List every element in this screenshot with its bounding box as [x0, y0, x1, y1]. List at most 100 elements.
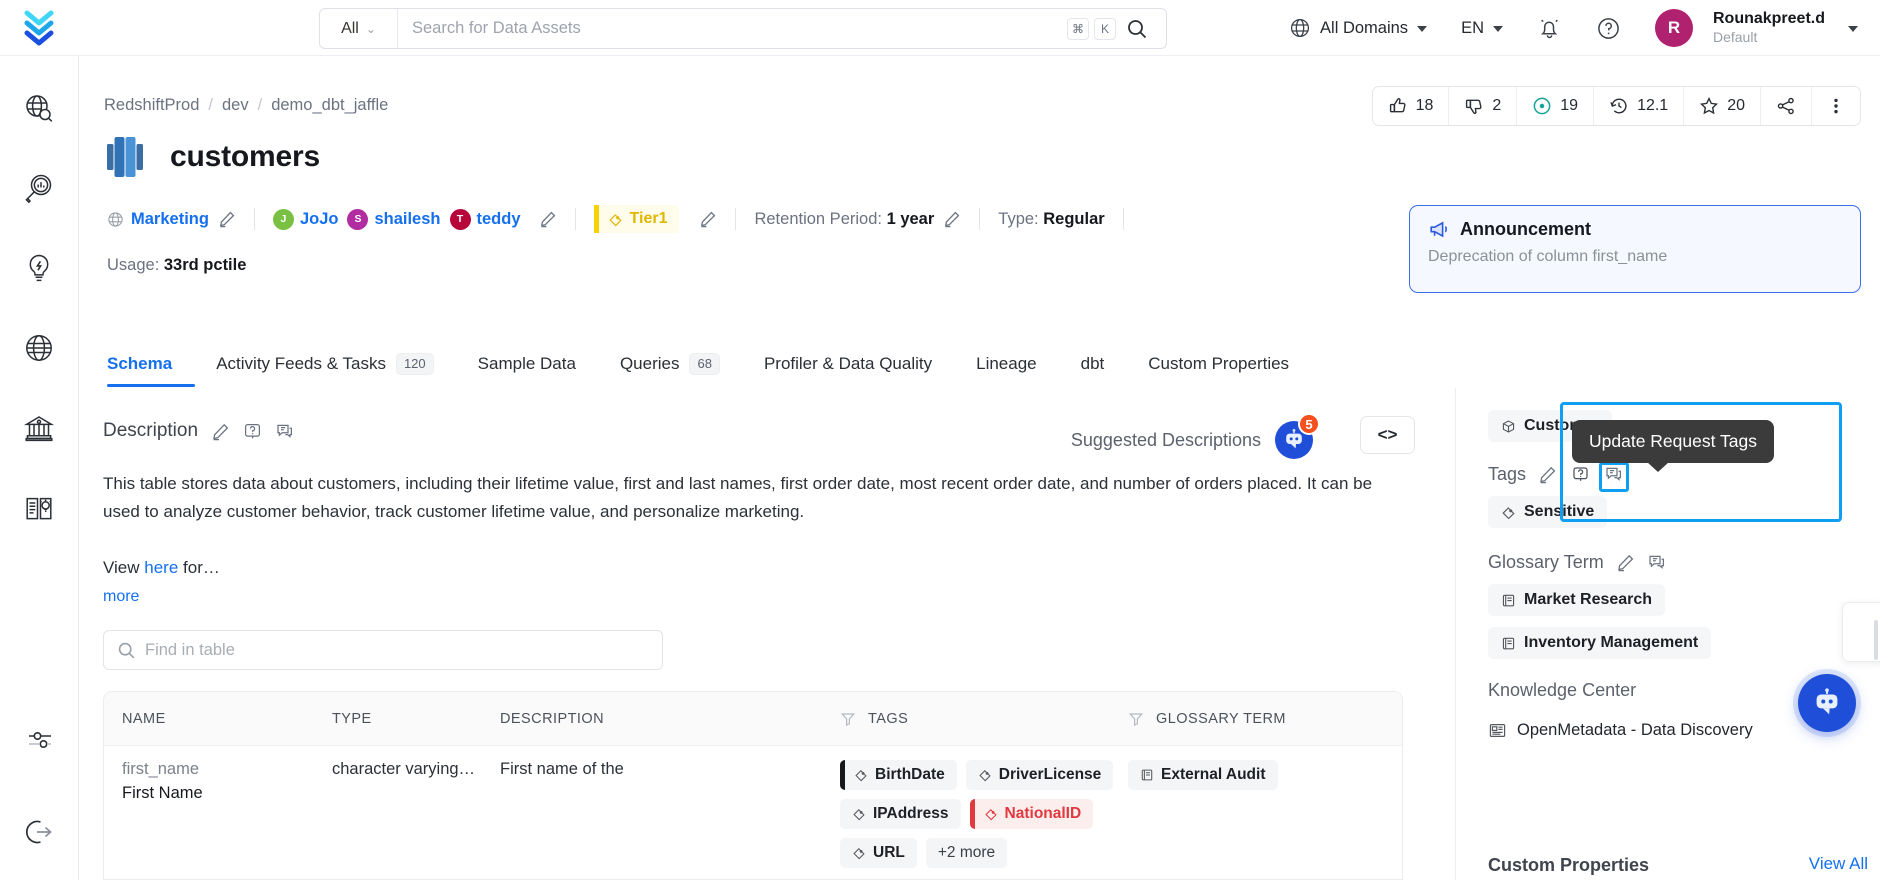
search-input[interactable]: [398, 9, 1067, 48]
comment-description-button[interactable]: [275, 422, 294, 441]
tag-chip[interactable]: URL: [840, 838, 917, 868]
tab-profiler-data-quality[interactable]: Profiler & Data Quality: [742, 342, 954, 386]
owner-item[interactable]: T teddy: [449, 208, 521, 230]
suggested-descriptions[interactable]: Suggested Descriptions 5: [1071, 413, 1320, 459]
glossary-chip[interactable]: External Audit: [1128, 760, 1278, 790]
tag-chip[interactable]: NationalID: [969, 799, 1094, 829]
tab-dbt[interactable]: dbt: [1059, 342, 1127, 386]
view-here-link[interactable]: here: [144, 558, 178, 577]
tag-chip[interactable]: IPAddress: [840, 799, 961, 829]
glossary-chip[interactable]: Market Research: [1488, 584, 1666, 616]
domain-selector[interactable]: All Domains: [1272, 17, 1444, 39]
edit-owners-button[interactable]: [539, 210, 557, 228]
breadcrumb-item-1[interactable]: dev: [222, 96, 249, 115]
breadcrumb-item-2[interactable]: demo_dbt_jaffle: [271, 96, 388, 115]
top-bar: All ⌄ ⌘ K All Domains: [79, 0, 1880, 56]
sidebar-item-settings[interactable]: [18, 718, 62, 762]
notifications-button[interactable]: [1520, 16, 1579, 41]
tags-section-header: Tags: [1488, 464, 1623, 485]
edit-domain-button[interactable]: [218, 210, 236, 228]
search-button[interactable]: [1126, 18, 1166, 40]
main-content: RedshiftProd / dev / demo_dbt_jaffle cus…: [79, 56, 1880, 880]
edit-tags-button[interactable]: [1538, 465, 1557, 484]
more-options-button[interactable]: [1812, 87, 1860, 125]
comment-glossary-button[interactable]: [1647, 553, 1666, 572]
owner-item[interactable]: S shailesh: [347, 208, 441, 230]
share-button[interactable]: [1761, 87, 1812, 125]
up-vote-button[interactable]: 18: [1373, 87, 1450, 125]
tag-chip[interactable]: BirthDate: [840, 760, 957, 790]
followers-button[interactable]: 19: [1517, 87, 1595, 125]
star-button[interactable]: 20: [1684, 87, 1761, 125]
domain-label: Marketing: [131, 209, 209, 228]
tab-label: Activity Feeds & Tasks: [216, 354, 386, 373]
app-logo[interactable]: [0, 0, 79, 56]
owner-item[interactable]: J JoJo: [272, 208, 338, 230]
tag-chip[interactable]: Sensitive: [1488, 496, 1608, 528]
view-code-button[interactable]: <>: [1360, 416, 1415, 454]
description-more-link[interactable]: more: [103, 588, 139, 606]
tab-activity-feeds-tasks[interactable]: Activity Feeds & Tasks 120: [194, 342, 455, 386]
cell-glossary-terms[interactable]: External Audit: [1128, 760, 1402, 879]
chatbot-button[interactable]: [1798, 674, 1856, 732]
glossary-chip[interactable]: Inventory Management: [1488, 627, 1712, 659]
cell-tags[interactable]: BirthDate DriverLicense IPAddress Nation…: [840, 760, 1128, 879]
tab-count: 120: [395, 353, 434, 375]
help-button[interactable]: [1579, 16, 1638, 41]
global-search[interactable]: All ⌄ ⌘ K: [319, 8, 1167, 49]
edit-glossary-button[interactable]: [1616, 553, 1635, 572]
column-display-name: First Name: [122, 784, 203, 802]
tag-label: DriverLicense: [998, 766, 1102, 783]
table-row[interactable]: first_name First Name character varying……: [104, 746, 1402, 879]
edit-retention-button[interactable]: [943, 210, 961, 228]
breadcrumb: RedshiftProd / dev / demo_dbt_jaffle: [104, 96, 388, 115]
tab-queries[interactable]: Queries 68: [598, 342, 742, 386]
find-in-table[interactable]: [103, 630, 663, 670]
sidebar-item-insights[interactable]: [17, 166, 61, 210]
column-header-description[interactable]: DESCRIPTION: [500, 711, 840, 727]
sidebar-item-explore[interactable]: [17, 86, 61, 130]
column-header-glossary-term[interactable]: GLOSSARY TERM: [1128, 711, 1402, 727]
language-selector[interactable]: EN: [1444, 19, 1520, 38]
sidebar-item-logout[interactable]: [18, 810, 62, 854]
sidebar-item-domains[interactable]: [17, 326, 61, 370]
comment-tags-button[interactable]: [1604, 465, 1623, 484]
sidebar-item-glossary[interactable]: [17, 486, 61, 530]
column-header-tags[interactable]: TAGS: [840, 711, 1128, 727]
find-in-table-input[interactable]: [145, 640, 649, 660]
tab-sample-data[interactable]: Sample Data: [456, 342, 598, 386]
sidebar-item-governance[interactable]: [17, 406, 61, 450]
cube-icon: [1502, 419, 1515, 433]
avatar: R: [1654, 9, 1693, 47]
tab-lineage[interactable]: Lineage: [954, 342, 1059, 386]
tier-chip[interactable]: Tier1: [593, 205, 680, 233]
request-tags-button[interactable]: [1571, 465, 1590, 484]
knowledge-center-item[interactable]: OpenMetadata - Data Discovery: [1488, 721, 1753, 740]
tab-schema[interactable]: Schema: [103, 342, 194, 386]
bank-icon: [23, 416, 55, 442]
custom-properties-view-all[interactable]: View All: [1809, 854, 1868, 874]
column-header-tags-label: TAGS: [868, 710, 909, 727]
column-header-name[interactable]: NAME: [104, 711, 332, 727]
tag-chip[interactable]: DriverLicense: [965, 760, 1114, 790]
edit-tier-button[interactable]: [699, 210, 717, 228]
edit-description-button[interactable]: [211, 422, 230, 441]
entity-right-panel: Customer Tags Sensitive Update Request T…: [1455, 388, 1880, 880]
tab-custom-properties[interactable]: Custom Properties: [1126, 342, 1311, 386]
version-button[interactable]: 12.1: [1594, 87, 1685, 125]
domain-chip[interactable]: Marketing: [107, 210, 209, 229]
search-shortcut: ⌘ K: [1067, 17, 1126, 40]
down-vote-button[interactable]: 2: [1449, 87, 1518, 125]
search-scope-dropdown[interactable]: All ⌄: [320, 9, 398, 48]
pencil-icon: [1540, 466, 1556, 484]
user-menu[interactable]: R Rounakpreet.d Default: [1638, 9, 1862, 47]
thumbs-up-icon: [1389, 97, 1406, 113]
column-header-type[interactable]: TYPE: [332, 711, 500, 727]
tags-more-button[interactable]: +2 more: [925, 838, 1008, 868]
right-panel-scrollbar[interactable]: [1874, 620, 1878, 660]
announcement-card[interactable]: Announcement Deprecation of column first…: [1409, 205, 1861, 293]
suggestion-bot-button[interactable]: 5: [1275, 413, 1320, 459]
request-description-button[interactable]: [243, 422, 262, 441]
breadcrumb-item-0[interactable]: RedshiftProd: [104, 96, 199, 115]
sidebar-item-data-quality[interactable]: [17, 246, 61, 290]
